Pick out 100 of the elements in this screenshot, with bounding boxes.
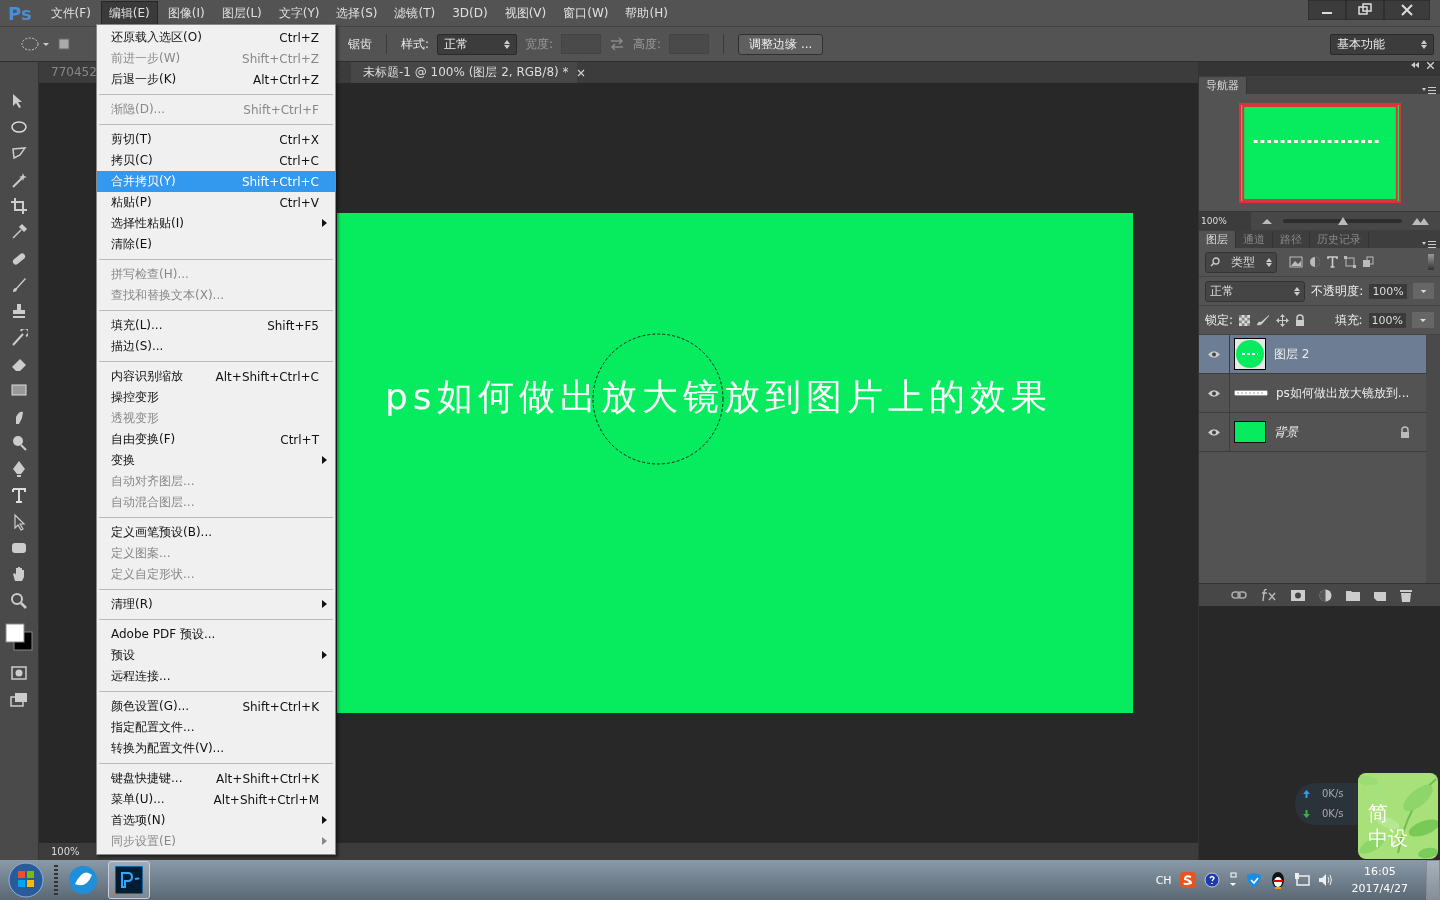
image-filter-icon[interactable] (1289, 256, 1303, 268)
effects-icon[interactable] (1261, 589, 1277, 601)
up-down-arrows-icon[interactable] (1421, 39, 1427, 49)
menu-option[interactable]: 转换为配置文件(V)... (97, 738, 335, 759)
menu-option[interactable]: 后退一步(K) Alt+Ctrl+Z (97, 69, 335, 90)
move-arrows-icon[interactable] (1276, 313, 1290, 327)
restore-icon[interactable] (1346, 0, 1384, 20)
menu-option[interactable]: 清除(E) (97, 234, 335, 255)
menu-option[interactable]: 预设 (97, 645, 335, 666)
eye-icon[interactable] (1207, 349, 1221, 359)
help-icon[interactable] (1203, 872, 1220, 888)
layer-row[interactable]: ps如何做出放大镜放到... (1199, 374, 1426, 413)
opacity-field[interactable]: 100% (1369, 283, 1407, 299)
stamp-tool-icon[interactable] (10, 302, 28, 321)
menu-option[interactable]: 粘贴(P) Ctrl+V (97, 192, 335, 213)
navigator-zoom[interactable]: 100% (1199, 212, 1251, 230)
menu-option[interactable]: 指定配置文件... (97, 717, 335, 738)
crop-tool-icon[interactable] (10, 197, 28, 216)
minimize-icon[interactable] (1308, 0, 1346, 20)
adjustment-icon[interactable] (1319, 588, 1332, 602)
brush-tool-icon[interactable] (10, 276, 28, 295)
menu-item[interactable]: 编辑(E) (100, 0, 158, 26)
menu-option[interactable]: 描边(S)... (97, 336, 335, 357)
screen-mode-icon[interactable] (10, 690, 28, 709)
new-layer-icon[interactable] (1374, 589, 1386, 601)
menu-option[interactable]: 内容识别缩放 Alt+Shift+Ctrl+C (97, 366, 335, 387)
menu-option[interactable]: 远程连接... (97, 666, 335, 687)
tray-expand-icon[interactable] (1227, 872, 1238, 888)
menu-item[interactable]: 滤镜(T) (387, 1, 443, 25)
menu-option[interactable]: 菜单(U)... Alt+Shift+Ctrl+M (97, 789, 335, 810)
shape-filter-icon[interactable] (1344, 256, 1356, 268)
workspace-select[interactable]: 基本功能 (1330, 33, 1434, 55)
trash-icon[interactable] (1400, 588, 1412, 602)
menu-item[interactable]: 帮助(H) (618, 1, 675, 25)
menu-option[interactable]: 拷贝(C) Ctrl+C (97, 150, 335, 171)
type-filter-icon[interactable] (1327, 256, 1338, 268)
menu-option[interactable]: 还原载入选区(O) Ctrl+Z (97, 27, 335, 48)
menu-option[interactable]: 自由变换(F) Ctrl+T (97, 429, 335, 450)
speaker-icon[interactable] (1317, 872, 1334, 888)
menu-option[interactable]: 填充(L)... Shift+F5 (97, 315, 335, 336)
mask-icon[interactable] (1291, 589, 1305, 601)
panel-tab[interactable]: 图层 (1199, 231, 1236, 248)
network-icon[interactable] (1293, 872, 1310, 888)
smart-object-filter-icon[interactable] (1362, 256, 1374, 268)
ellipse-marquee-icon[interactable] (20, 36, 50, 52)
menu-option[interactable]: 变换 (97, 450, 335, 471)
refine-edge-button[interactable]: 调整边缘 ... (738, 33, 824, 55)
adjustment-filter-icon[interactable] (1309, 256, 1321, 268)
menu-option[interactable]: 首选项(N) (97, 810, 335, 831)
menu-item[interactable]: 视图(V) (497, 1, 554, 25)
shield-icon[interactable] (1245, 872, 1262, 888)
navigator-preview[interactable] (1238, 102, 1401, 203)
menu-item[interactable]: 文字(Y) (271, 1, 327, 25)
input-method-icon[interactable] (1179, 872, 1196, 888)
menu-option[interactable]: 清理(R) (97, 594, 335, 615)
menu-option[interactable]: 操控变形 (97, 387, 335, 408)
navigator-tab[interactable]: 导航器 (1199, 77, 1247, 94)
menu-option[interactable]: 选择性粘贴(I) (97, 213, 335, 234)
menu-item[interactable]: 图层(L) (214, 1, 269, 25)
close-icon[interactable] (1384, 0, 1430, 20)
zoom-in-icon[interactable] (1412, 217, 1430, 225)
brush-icon[interactable] (1256, 314, 1271, 326)
eye-icon[interactable] (1207, 388, 1221, 398)
taskbar-app-button[interactable] (108, 861, 150, 899)
link-icon[interactable] (1231, 590, 1247, 600)
menu-item[interactable]: 文件(F) (43, 1, 98, 25)
language-indicator[interactable]: CH (1155, 873, 1172, 887)
menu-option[interactable]: 定义画笔预设(B)... (97, 522, 335, 543)
up-down-arrows-icon[interactable] (1294, 286, 1301, 296)
eye-icon[interactable] (1207, 427, 1221, 437)
menu-item[interactable]: 图像(I) (160, 1, 212, 25)
layer-row[interactable]: 图层 2 (1199, 335, 1426, 374)
checker-icon[interactable] (1239, 314, 1251, 326)
color-swatches-icon[interactable] (4, 621, 34, 652)
filter-toggle[interactable] (1428, 254, 1434, 270)
menu-option[interactable]: 剪切(T) Ctrl+X (97, 129, 335, 150)
menu-item[interactable]: 窗口(W) (556, 1, 616, 25)
folder-icon[interactable] (1346, 589, 1360, 601)
fill-field[interactable]: 100% (1368, 312, 1406, 328)
new-selection-icon[interactable] (58, 38, 70, 50)
dropdown-icon[interactable] (1412, 283, 1434, 299)
menu-option[interactable]: 颜色设置(G)... Shift+Ctrl+K (97, 696, 335, 717)
menu-option[interactable]: Adobe PDF 预设... (97, 624, 335, 645)
pen-tool-icon[interactable] (10, 460, 28, 479)
type-tool-icon[interactable] (10, 486, 28, 505)
zoom-out-icon[interactable] (1261, 218, 1273, 224)
dodge-tool-icon[interactable] (10, 433, 28, 452)
browser-icon[interactable] (66, 863, 100, 897)
menu-item[interactable]: 3D(D) (445, 3, 495, 23)
lock-icon[interactable] (1295, 314, 1306, 326)
quick-mask-icon[interactable] (10, 664, 28, 683)
penguin-icon[interactable] (1269, 871, 1286, 889)
document-tab[interactable]: 未标题-1 @ 100% (图层 2, RGB/8) * (351, 62, 577, 83)
menu-item[interactable]: 选择(S) (329, 1, 385, 25)
layer-filter-select[interactable]: 类型 (1205, 251, 1277, 273)
history-tool-icon[interactable] (10, 328, 28, 347)
style-select[interactable]: 正常 (437, 33, 518, 55)
layer-row[interactable]: 背景 (1199, 413, 1426, 452)
clock-date[interactable]: 2017/4/27 (1351, 880, 1408, 897)
zoom-tool-icon[interactable] (10, 591, 28, 610)
